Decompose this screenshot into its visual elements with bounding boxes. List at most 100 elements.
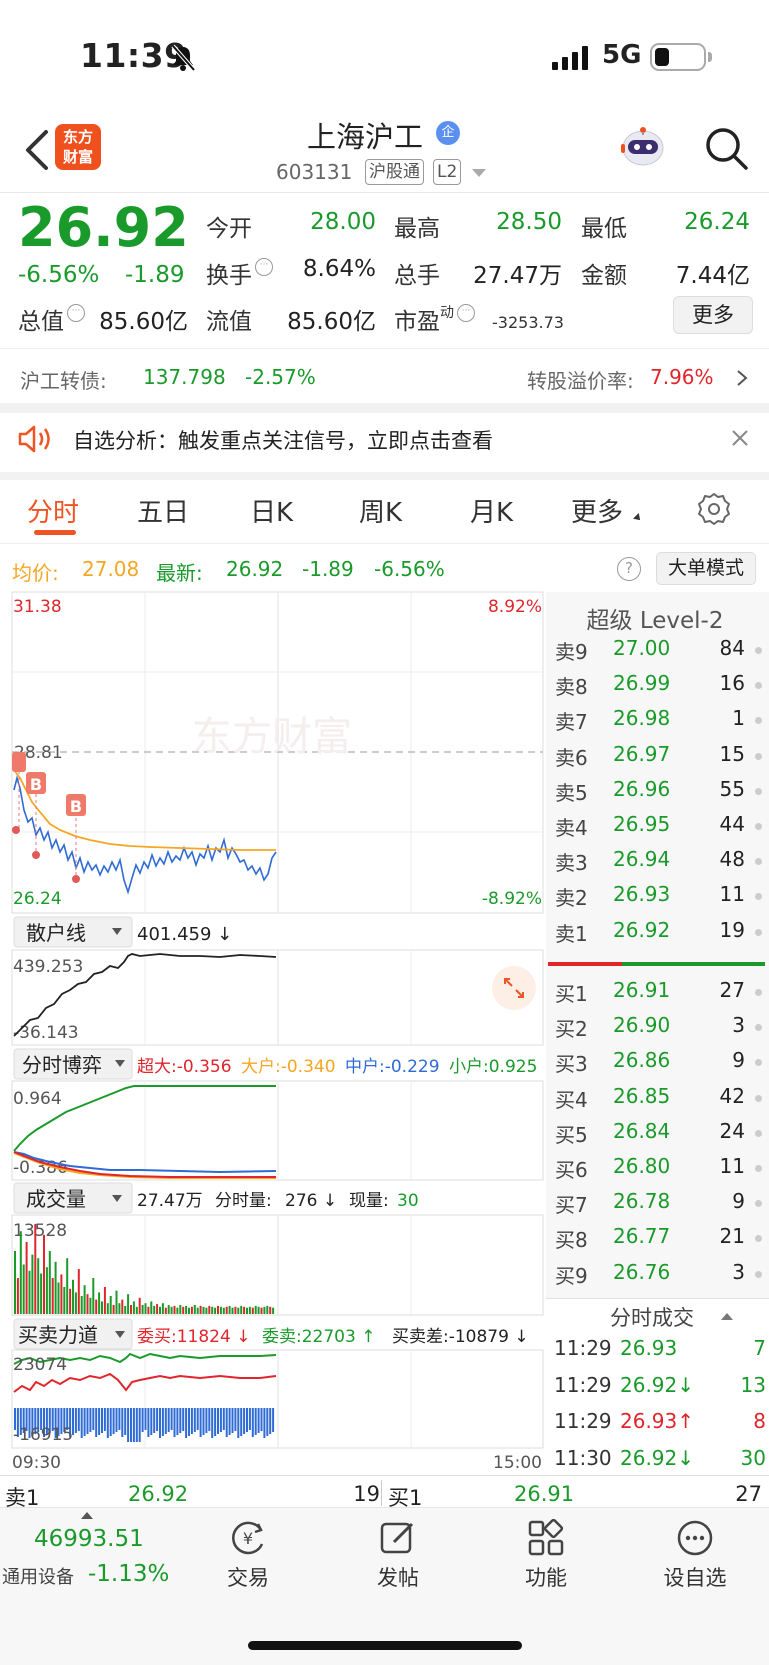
bid-volume: 9 xyxy=(732,1189,745,1214)
mcap-label[interactable]: 总值 ··· xyxy=(18,302,85,336)
tick-volume: 13 xyxy=(740,1372,766,1397)
legend-medium: 中户:-0.229 xyxy=(345,1057,440,1077)
more-dots-icon[interactable] xyxy=(675,1518,715,1558)
tab-intraday[interactable]: 分时 xyxy=(27,492,79,529)
force-bar xyxy=(243,1408,246,1434)
bid-level: 买7 xyxy=(555,1193,588,1218)
pe-label[interactable]: 市盈动 ··· xyxy=(394,302,475,336)
pct-top-label: 8.92% xyxy=(488,597,542,617)
bid-row[interactable]: 买8 26.77 21 xyxy=(555,1224,765,1258)
close-icon[interactable] xyxy=(730,428,750,448)
tick-time: 11:30 xyxy=(554,1445,612,1470)
volume-bar xyxy=(80,1296,83,1314)
ask-row[interactable]: 卖3 26.94 48 xyxy=(555,847,765,881)
volume-bar xyxy=(83,1285,86,1314)
force-bar xyxy=(103,1408,106,1431)
sector-index-value[interactable]: 46993.51 xyxy=(34,1526,144,1552)
tab-five-day[interactable]: 五日 xyxy=(137,492,189,529)
volume-bar xyxy=(60,1274,63,1314)
gear-icon[interactable] xyxy=(697,492,731,526)
caret-up-icon[interactable] xyxy=(721,1313,733,1320)
bid-row[interactable]: 买2 26.90 3 xyxy=(555,1013,765,1047)
bid-price: 26.90 xyxy=(613,1013,671,1038)
back-arrow-icon[interactable] xyxy=(18,126,58,174)
ask-level: 卖7 xyxy=(555,710,588,735)
volume-bar xyxy=(77,1269,80,1314)
trade-icon[interactable]: ¥ xyxy=(228,1518,268,1558)
force-bar xyxy=(159,1408,161,1438)
buy-marker-b[interactable] xyxy=(12,752,26,772)
nav-trade[interactable]: 交易 xyxy=(208,1562,288,1592)
volume-period-label: 分时量: xyxy=(215,1191,272,1211)
tab-weekly-k[interactable]: 周K xyxy=(359,492,402,529)
functions-icon[interactable] xyxy=(526,1518,566,1558)
volume-bar xyxy=(37,1258,40,1314)
expand-button[interactable] xyxy=(492,966,536,1010)
battery-icon xyxy=(650,43,706,71)
sector-pct: -1.13% xyxy=(88,1561,170,1587)
ask-price: 26.96 xyxy=(613,776,671,801)
info-icon[interactable]: ··· xyxy=(457,304,475,322)
force-bar xyxy=(263,1408,266,1438)
volume-bar xyxy=(254,1305,257,1314)
nav-functions[interactable]: 功能 xyxy=(506,1562,586,1592)
bid-level: 买5 xyxy=(555,1122,588,1147)
nav-post[interactable]: 发帖 xyxy=(358,1562,438,1592)
volume-bar xyxy=(40,1273,43,1314)
order-dot-icon xyxy=(755,1270,762,1278)
force-buy: 委买:11824 ↓ xyxy=(137,1327,250,1347)
caret-up-icon[interactable] xyxy=(81,1512,93,1519)
chevron-right-icon[interactable] xyxy=(735,369,749,387)
nav-add-watchlist[interactable]: 设自选 xyxy=(655,1562,735,1592)
pe-label-text: 市盈 xyxy=(394,309,440,335)
ask-row[interactable]: 卖2 26.93 11 xyxy=(555,882,765,916)
ask-row[interactable]: 卖1 26.92 19 xyxy=(555,918,765,952)
ticks-title[interactable]: 分时成交 xyxy=(610,1302,694,1332)
ask-row[interactable]: 卖6 26.97 15 xyxy=(555,742,765,776)
bid-row[interactable]: 买4 26.85 42 xyxy=(555,1084,765,1118)
info-icon[interactable]: ··· xyxy=(255,258,273,276)
alert-message[interactable]: 自选分析：触发重点关注信号，立即点击查看 xyxy=(73,425,493,455)
volume-bar xyxy=(205,1307,208,1314)
sector-name[interactable]: 通用设备 xyxy=(2,1563,74,1589)
more-button[interactable]: 更多 xyxy=(673,296,753,334)
time-end: 15:00 xyxy=(493,1453,542,1473)
search-icon[interactable] xyxy=(702,124,750,172)
big-order-mode-button[interactable]: 大单模式 xyxy=(656,552,756,585)
post-icon[interactable] xyxy=(378,1518,418,1558)
help-icon[interactable]: ? xyxy=(617,557,641,581)
ask-row[interactable]: 卖4 26.95 44 xyxy=(555,812,765,846)
info-icon[interactable]: ··· xyxy=(67,304,85,322)
ask-row[interactable]: 卖7 26.98 1 xyxy=(555,706,765,740)
force-bar xyxy=(176,1408,179,1435)
bid-row[interactable]: 买9 26.76 3 xyxy=(555,1260,765,1294)
app-logo[interactable]: 东方财富 xyxy=(55,124,101,170)
turnover-label[interactable]: 换手 ··· xyxy=(206,256,273,290)
divider xyxy=(546,1298,769,1299)
tab-monthly-k[interactable]: 月K xyxy=(470,492,513,529)
tab-more[interactable]: 更多 xyxy=(571,492,623,529)
tab-daily-k[interactable]: 日K xyxy=(250,492,293,529)
bond-label[interactable]: 沪工转债: xyxy=(20,365,107,394)
force-bar xyxy=(106,1408,109,1438)
ask-row[interactable]: 卖9 27.00 84 xyxy=(555,636,765,670)
bid-level: 买8 xyxy=(555,1228,588,1253)
bid-row[interactable]: 买6 26.80 11 xyxy=(555,1154,765,1188)
volume-bar xyxy=(150,1301,153,1314)
level2-title[interactable]: 超级 Level-2 xyxy=(546,601,764,635)
bid-row[interactable]: 买1 26.91 27 xyxy=(555,978,765,1012)
buy-marker-text: B xyxy=(70,797,82,816)
bid-row[interactable]: 买5 26.84 24 xyxy=(555,1119,765,1153)
ask-row[interactable]: 卖5 26.96 55 xyxy=(555,777,765,811)
force-bar xyxy=(188,1408,190,1436)
divider xyxy=(0,192,769,193)
assistant-robot-icon[interactable] xyxy=(618,126,668,172)
ask-price: 26.92 xyxy=(613,917,671,942)
bid-row[interactable]: 买7 26.78 9 xyxy=(555,1189,765,1223)
stock-switch-caret-icon[interactable] xyxy=(472,169,486,177)
ask-level: 卖4 xyxy=(555,816,588,840)
intraday-chart[interactable]: 东方财富 31.38 28.81 26.24 8.92% -8.92% B B … xyxy=(0,590,546,1480)
bid-row[interactable]: 买3 26.86 9 xyxy=(555,1048,765,1082)
ask-row[interactable]: 卖8 26.99 16 xyxy=(555,671,765,705)
amount-label: 金额 xyxy=(581,263,627,289)
